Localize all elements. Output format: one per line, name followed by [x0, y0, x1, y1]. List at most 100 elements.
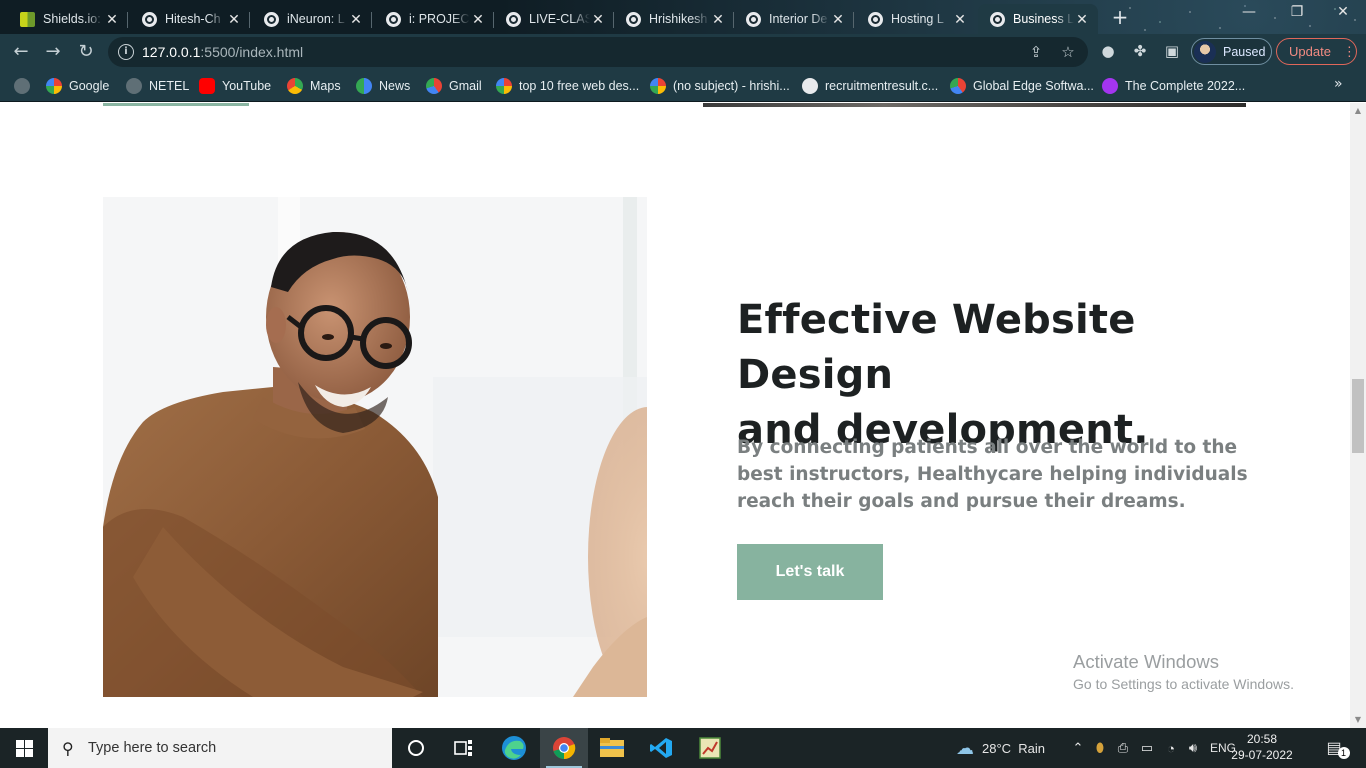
bookmark-item[interactable]: Global Edge Softwa...: [950, 76, 1094, 96]
close-window-icon[interactable]: ✕: [1328, 4, 1358, 20]
reload-icon[interactable]: ↻: [74, 40, 98, 64]
close-tab-icon[interactable]: ✕: [952, 11, 968, 28]
tab-title: Hrishikesh: [649, 12, 708, 26]
scroll-down-icon[interactable]: ▼: [1350, 714, 1366, 726]
gmail-icon: [950, 78, 966, 94]
clock[interactable]: 20:58 29-07-2022: [1230, 731, 1294, 763]
activate-windows-subtitle: Go to Settings to activate Windows.: [1073, 676, 1294, 692]
side-panel-icon[interactable]: ▣: [1162, 42, 1182, 60]
scroll-up-icon[interactable]: ▲: [1350, 105, 1366, 117]
browser-tab[interactable]: Hosting L ✕: [856, 4, 976, 34]
taskbar-edge[interactable]: [490, 728, 538, 768]
close-tab-icon[interactable]: ✕: [226, 11, 242, 28]
chevron-up-icon[interactable]: ⌃: [1068, 740, 1088, 756]
web-page: Effective Website Design and development…: [0, 103, 1350, 728]
bookmarks-bar: Google NETEL YouTube Maps News Gmail top 10 fr…: [0, 70, 1366, 102]
taskbar-search-box[interactable]: ⚲ Type here to search: [48, 728, 392, 768]
tab-separator: [127, 12, 128, 28]
bookmark-item[interactable]: [14, 76, 37, 96]
previous-section-image-edge: [703, 103, 1246, 107]
close-tab-icon[interactable]: ✕: [104, 11, 120, 28]
browser-tab[interactable]: Hitesh-Ch ✕: [130, 4, 250, 34]
wordpress-icon: [802, 78, 818, 94]
taskbar-file-explorer[interactable]: [588, 728, 636, 768]
url-text[interactable]: 127.0.0.1:5500/index.html: [142, 44, 303, 60]
back-arrow-icon[interactable]: ←: [9, 40, 33, 64]
bookmark-item[interactable]: top 10 free web des...: [496, 76, 639, 96]
more-bookmarks-icon[interactable]: »: [1334, 76, 1343, 92]
bookmark-label: Global Edge Softwa...: [973, 79, 1094, 93]
previous-section-button-edge: [103, 103, 249, 106]
bookmark-star-icon[interactable]: ☆: [1058, 43, 1078, 61]
extensions-puzzle-icon[interactable]: ✤: [1130, 42, 1150, 60]
bookmark-item[interactable]: Gmail: [426, 76, 482, 96]
close-tab-icon[interactable]: ✕: [470, 11, 486, 28]
new-tab-button[interactable]: +: [1110, 6, 1130, 28]
taskbar-app-chart[interactable]: [686, 728, 734, 768]
close-tab-icon[interactable]: ✕: [1074, 11, 1090, 28]
browser-tab[interactable]: Business L ✕: [978, 4, 1098, 34]
task-view-button[interactable]: [440, 728, 488, 768]
browser-tab[interactable]: Interior De ✕: [734, 4, 854, 34]
cortana-button[interactable]: [392, 728, 440, 768]
notification-button[interactable]: ▤ 1: [1318, 728, 1358, 768]
page-scrollbar[interactable]: ▲ ▼: [1350, 103, 1366, 728]
cortana-circle-icon: [408, 740, 424, 756]
bookmark-item[interactable]: Google: [46, 76, 109, 96]
weather-text: 28°C Rain: [982, 740, 1046, 756]
volume-icon[interactable]: 🔊︎: [1182, 740, 1204, 756]
google-icon: [650, 78, 666, 94]
tray-app-icon[interactable]: ⬮: [1088, 740, 1112, 756]
bookmark-label: Maps: [310, 79, 341, 93]
browser-tab-strip: Shields.io: ✕ Hitesh-Ch ✕ iNeuron: L ✕ i: PROJ…: [0, 0, 1366, 34]
address-bar[interactable]: i 127.0.0.1:5500/index.html ⇪ ☆: [108, 37, 1088, 67]
weather-widget[interactable]: ☁ 28°C Rain: [956, 728, 1045, 768]
bookmark-item[interactable]: NETEL: [126, 76, 189, 96]
minimize-icon[interactable]: —: [1234, 4, 1264, 20]
browser-tab[interactable]: iNeuron: L ✕: [252, 4, 372, 34]
restore-icon[interactable]: ❐: [1282, 4, 1312, 20]
taskbar-vscode[interactable]: [637, 728, 685, 768]
bookmark-label: NETEL: [149, 79, 190, 93]
smiling-man-illustration: [103, 197, 647, 697]
youtube-icon: [199, 78, 215, 94]
close-tab-icon[interactable]: ✕: [590, 11, 606, 28]
profile-button[interactable]: Paused: [1191, 38, 1272, 65]
bookmark-item[interactable]: recruitmentresult.c...: [802, 76, 938, 96]
battery-icon[interactable]: ▭: [1134, 740, 1160, 756]
bookmark-item[interactable]: Maps: [287, 76, 341, 96]
browser-tab[interactable]: Shields.io: ✕: [8, 4, 128, 34]
extension-lightbulb-icon[interactable]: ●: [1098, 42, 1118, 60]
avatar: [1194, 40, 1216, 63]
forward-arrow-icon[interactable]: →: [41, 40, 65, 64]
bookmark-item[interactable]: (no subject) - hrishi...: [650, 76, 790, 96]
google-icon: [496, 78, 512, 94]
browser-tab[interactable]: Hrishikesh ✕: [614, 4, 734, 34]
udemy-icon: [1102, 78, 1118, 94]
browser-tab[interactable]: i: PROJECT✕: [374, 4, 494, 34]
taskbar-chrome[interactable]: [540, 728, 588, 768]
browser-tab[interactable]: LIVE-CLAS ✕: [494, 4, 614, 34]
globe-icon: [746, 11, 761, 27]
url-path: :5500/index.html: [200, 44, 304, 60]
lets-talk-button[interactable]: Let's talk: [737, 544, 883, 600]
meet-now-icon[interactable]: ⎙: [1112, 740, 1134, 756]
scrollbar-thumb[interactable]: [1352, 379, 1364, 453]
start-button[interactable]: [0, 728, 48, 768]
share-icon[interactable]: ⇪: [1026, 43, 1046, 61]
bookmark-item[interactable]: News: [356, 76, 410, 96]
tab-title: Interior De: [769, 12, 828, 26]
close-tab-icon[interactable]: ✕: [830, 11, 846, 28]
bookmark-item[interactable]: The Complete 2022...: [1102, 76, 1245, 96]
weather-cloud-icon: ☁: [956, 737, 974, 758]
wifi-icon[interactable]: ◔: [1160, 741, 1182, 756]
site-info-icon[interactable]: i: [118, 44, 134, 60]
bookmark-label: The Complete 2022...: [1125, 79, 1246, 93]
globe-icon: [990, 11, 1005, 27]
windows-taskbar: ⚲ Type here to search ☁ 28°C Rain ⌃ ⬮ ⎙ …: [0, 728, 1366, 768]
close-tab-icon[interactable]: ✕: [710, 11, 726, 28]
close-tab-icon[interactable]: ✕: [348, 11, 364, 28]
update-button[interactable]: Update ⋮: [1276, 38, 1357, 65]
bookmark-item[interactable]: YouTube: [199, 76, 271, 96]
tab-title: Hosting L: [891, 12, 944, 26]
